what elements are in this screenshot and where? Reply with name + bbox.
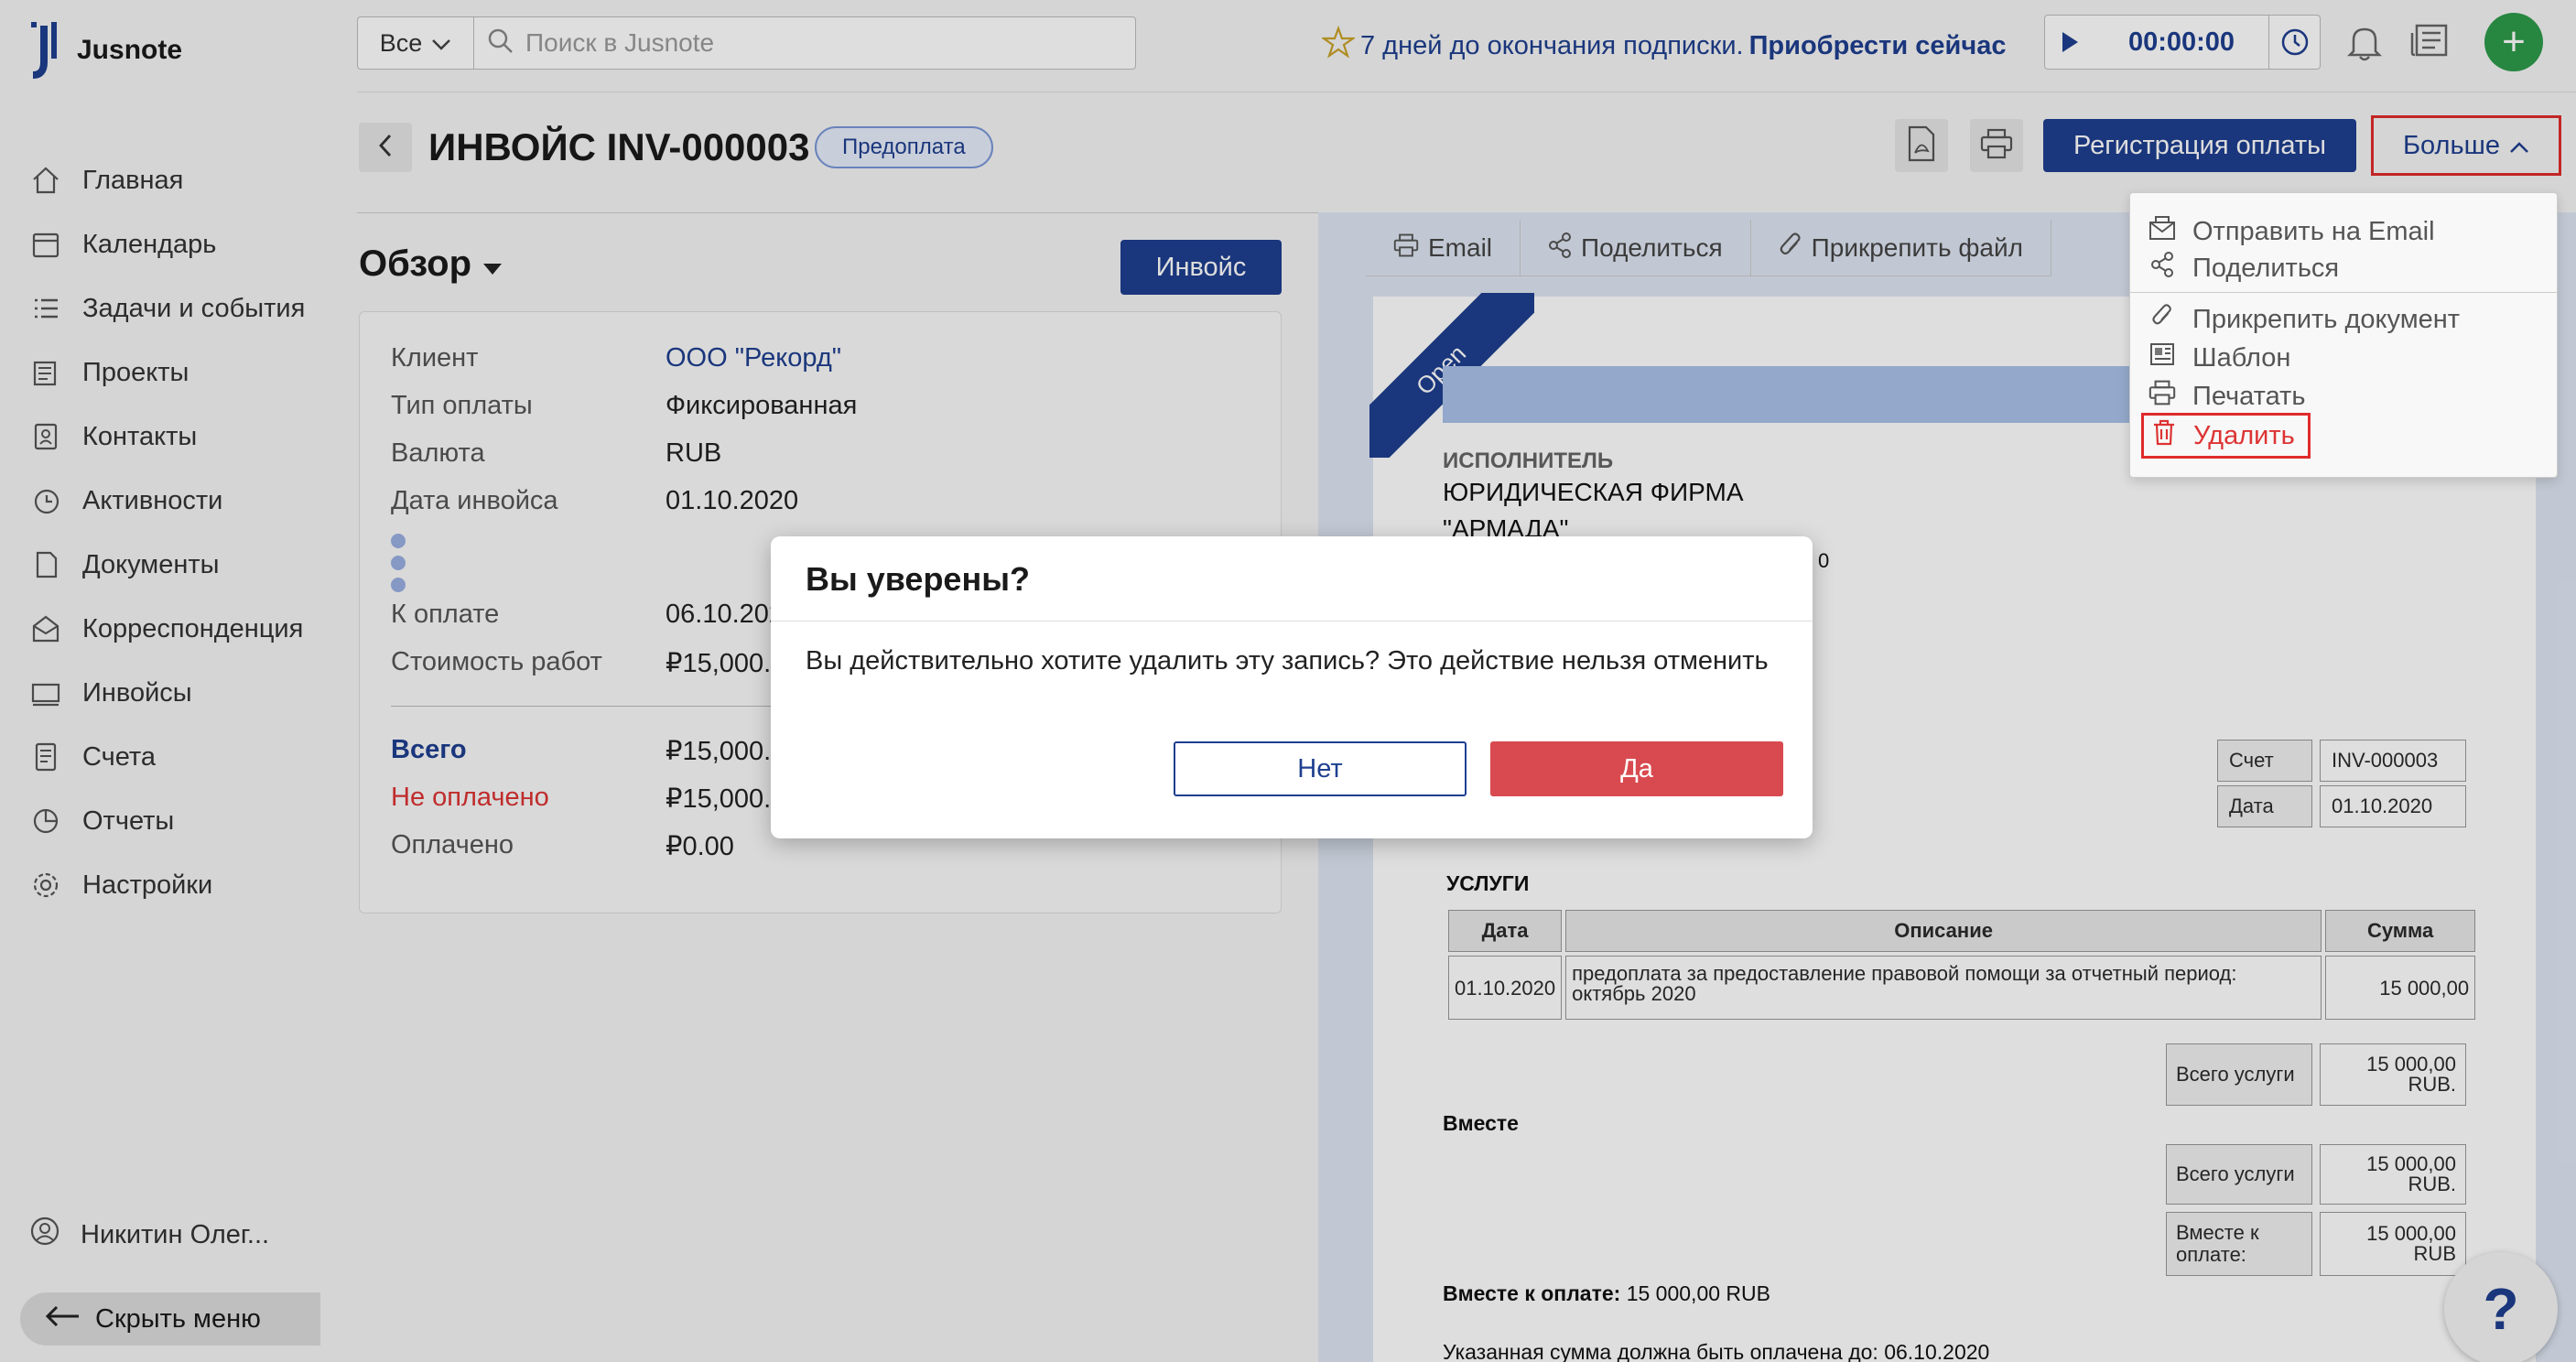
divider bbox=[771, 621, 1813, 622]
dialog-message: Вы действительно хотите удалить эту запи… bbox=[806, 646, 1769, 676]
menu-item-send-email[interactable]: Отправить на Email bbox=[2148, 213, 2435, 250]
email-icon bbox=[2148, 215, 2176, 248]
template-icon bbox=[2148, 341, 2176, 374]
menu-item-label: Шаблон bbox=[2192, 342, 2291, 373]
confirm-delete-dialog: Вы уверены? Вы действительно хотите удал… bbox=[771, 536, 1813, 838]
paperclip-icon bbox=[2148, 303, 2176, 336]
menu-item-label: Прикрепить документ bbox=[2192, 304, 2461, 334]
share-icon bbox=[2148, 252, 2176, 285]
menu-item-label: Удалить bbox=[2193, 420, 2295, 450]
printer-icon bbox=[2148, 380, 2176, 413]
menu-item-label: Печатать bbox=[2192, 381, 2306, 411]
menu-item-print[interactable]: Печатать bbox=[2148, 378, 2305, 415]
dialog-title: Вы уверены? bbox=[806, 560, 1030, 598]
menu-item-label: Поделиться bbox=[2192, 253, 2340, 283]
cancel-button[interactable]: Нет bbox=[1174, 741, 1467, 796]
menu-item-template[interactable]: Шаблон bbox=[2148, 340, 2290, 376]
divider bbox=[2130, 292, 2557, 293]
trash-icon bbox=[2151, 418, 2177, 453]
menu-item-share[interactable]: Поделиться bbox=[2148, 250, 2339, 286]
confirm-delete-button[interactable]: Да bbox=[1490, 741, 1783, 796]
menu-item-attach-document[interactable]: Прикрепить документ bbox=[2148, 301, 2460, 338]
more-dropdown-menu: Отправить на Email Поделиться Прикрепить… bbox=[2129, 192, 2558, 478]
menu-item-delete[interactable]: Удалить bbox=[2141, 413, 2311, 459]
menu-item-label: Отправить на Email bbox=[2192, 216, 2435, 246]
